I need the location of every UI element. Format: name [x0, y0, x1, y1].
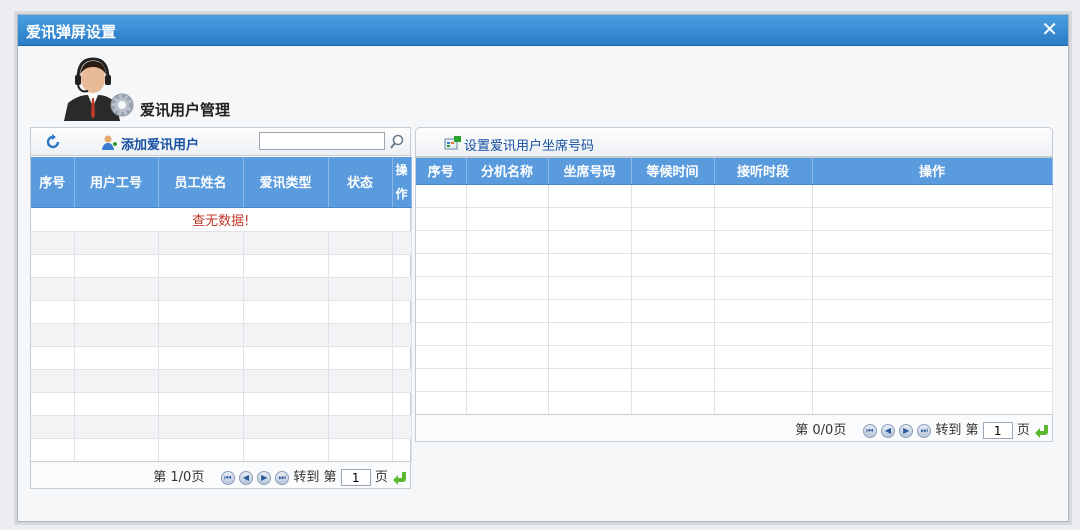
page-info: 第 0/0页 [795, 423, 847, 438]
table-row [416, 207, 1053, 231]
col-header-type[interactable]: 爱讯类型 [243, 157, 329, 208]
search-icon[interactable] [389, 134, 405, 150]
table-row [31, 415, 412, 439]
set-seat-number-button[interactable]: 设置爱讯用户坐席号码 [464, 135, 594, 154]
page-number-input[interactable] [982, 422, 1013, 439]
col-header-employee-name[interactable]: 员工姓名 [158, 157, 244, 208]
col-header-user-id[interactable]: 用户工号 [74, 157, 159, 208]
go-arrow-icon[interactable] [392, 470, 408, 486]
last-page-icon[interactable]: ⏭ [917, 423, 932, 438]
add-user-icon [102, 135, 117, 150]
empty-message: 查无数据! [31, 207, 412, 232]
table-row [31, 369, 412, 393]
table-row [416, 184, 1053, 208]
add-user-button[interactable]: 添加爱讯用户 [121, 134, 199, 153]
table-row [31, 323, 412, 347]
table-row [416, 253, 1053, 277]
header-area: 爱讯用户管理 [58, 55, 298, 125]
col-header-seat-number[interactable]: 坐席号码 [548, 158, 632, 185]
table-row [416, 299, 1053, 323]
col-header-index[interactable]: 序号 [416, 158, 467, 185]
prev-page-icon[interactable]: ◀ [239, 470, 253, 485]
table-row [31, 277, 412, 301]
table-row [31, 392, 412, 416]
page-suffix: 页 [374, 470, 388, 485]
last-page-icon[interactable]: ⏭ [275, 470, 290, 485]
agent-headset-icon [64, 57, 134, 121]
close-icon[interactable]: ✕ [1041, 18, 1058, 40]
seat-table: 序号 分机名称 坐席号码 等候时间 接听时段 操作 [416, 158, 1053, 415]
goto-label: 转到 第 [935, 423, 979, 438]
header-title: 爱讯用户管理 [140, 101, 231, 119]
page-info: 第 1/0页 [153, 470, 205, 485]
seat-settings-icon [444, 136, 461, 150]
table-row [31, 346, 412, 370]
table-row [31, 438, 412, 462]
dialog-titlebar[interactable]: 爱讯弹屏设置 ✕ [18, 15, 1068, 46]
dialog-window: 爱讯弹屏设置 ✕ 爱讯用户管理 添加爱讯用户 序号 用户工号 员工姓名 爱讯类型… [17, 14, 1069, 522]
col-header-status[interactable]: 状态 [328, 157, 393, 208]
table-row [416, 276, 1053, 300]
user-table: 序号 用户工号 员工姓名 爱讯类型 状态 操作 查无数据! [31, 157, 412, 462]
dialog-title: 爱讯弹屏设置 [26, 23, 117, 41]
user-list-panel: 添加爱讯用户 序号 用户工号 员工姓名 爱讯类型 状态 操作 查无数据! 第 1… [30, 127, 412, 489]
user-list-toolbar: 添加爱讯用户 [31, 128, 410, 156]
goto-label: 转到 第 [293, 470, 337, 485]
table-row [31, 300, 412, 324]
go-arrow-icon[interactable] [1034, 423, 1050, 439]
table-row [416, 345, 1053, 369]
col-header-wait-time[interactable]: 等候时间 [631, 158, 715, 185]
next-page-icon[interactable]: ▶ [899, 423, 914, 438]
table-row [416, 391, 1053, 415]
page-number-input[interactable] [340, 469, 371, 486]
table-row [416, 322, 1053, 346]
first-page-icon[interactable]: ⏮ [220, 470, 235, 485]
col-header-action[interactable]: 操作 [392, 157, 412, 208]
col-header-action[interactable]: 操作 [812, 158, 1053, 185]
first-page-icon[interactable]: ⏮ [862, 423, 877, 438]
col-header-index[interactable]: 序号 [31, 157, 75, 208]
table-row [416, 230, 1053, 254]
seat-toolbar: 设置爱讯用户坐席号码 [415, 127, 1053, 157]
user-list-pager: 第 1/0页 ⏮ ◀ ▶ ⏭ 转到 第 页 [31, 461, 410, 488]
user-search-input[interactable] [259, 132, 385, 150]
prev-page-icon[interactable]: ◀ [881, 423, 895, 438]
table-row [31, 231, 412, 255]
table-row [416, 368, 1053, 392]
next-page-icon[interactable]: ▶ [257, 470, 272, 485]
refresh-icon[interactable] [45, 134, 61, 150]
col-header-answer-period[interactable]: 接听时段 [714, 158, 813, 185]
seat-pager: 第 0/0页 ⏮ ◀ ▶ ⏭ 转到 第 页 [416, 414, 1052, 441]
col-header-extension-name[interactable]: 分机名称 [466, 158, 549, 185]
page-suffix: 页 [1016, 423, 1030, 438]
seat-panel: 设置爱讯用户坐席号码 序号 分机名称 坐席号码 等候时间 接听时段 操作 第 0… [415, 127, 1053, 442]
table-row [31, 254, 412, 278]
